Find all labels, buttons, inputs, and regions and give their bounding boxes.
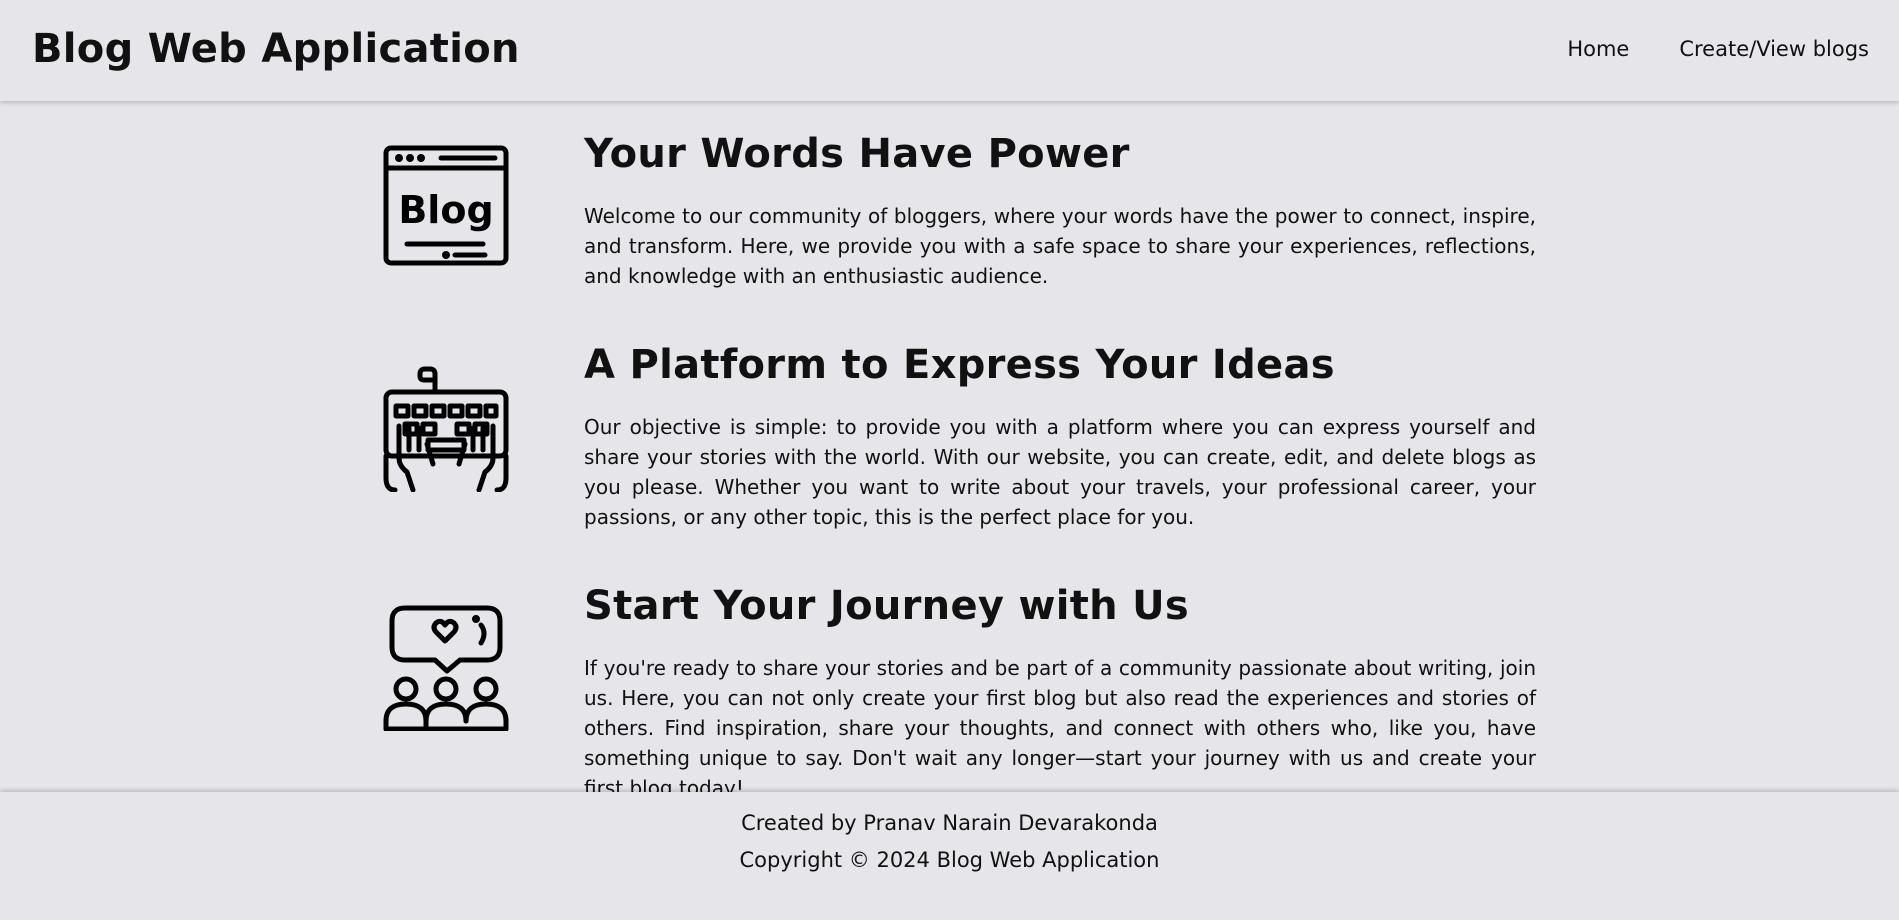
- section-body: Your Words Have Power Welcome to our com…: [584, 131, 1536, 291]
- section-title: Start Your Journey with Us: [584, 583, 1190, 629]
- brand-title[interactable]: Blog Web Application: [32, 26, 520, 72]
- nav-links: Home Create/View blogs: [1567, 37, 1869, 61]
- section-text: Our objective is simple: to provide you …: [584, 415, 1536, 529]
- svg-text:Blog: Blog: [398, 188, 493, 232]
- footer-copyright: Copyright © 2024 Blog Web Application: [739, 848, 1160, 872]
- nav-link-create-view-blogs[interactable]: Create/View blogs: [1679, 37, 1869, 61]
- footer: Created by Pranav Narain Devarakonda Cop…: [0, 792, 1899, 920]
- section-text: If you're ready to share your stories an…: [584, 656, 1536, 800]
- blog-browser-icon: Blog: [383, 145, 509, 271]
- section-body: Start Your Journey with Us If you're rea…: [584, 583, 1536, 803]
- navbar: Blog Web Application Home Create/View bl…: [0, 0, 1899, 101]
- section-title: A Platform to Express Your Ideas: [584, 342, 1335, 388]
- section-title: Your Words Have Power: [584, 131, 1130, 177]
- keyboard-typing-icon: [383, 366, 509, 492]
- nav-link-home[interactable]: Home: [1567, 37, 1629, 61]
- section-text: Welcome to our community of bloggers, wh…: [584, 204, 1536, 288]
- main-content: Blog Your Words Have Power Welcome to ou…: [0, 101, 1899, 800]
- footer-credit: Created by Pranav Narain Devarakonda: [741, 811, 1158, 835]
- community-chat-icon: [383, 605, 509, 731]
- section-body: A Platform to Express Your Ideas Our obj…: [584, 342, 1536, 532]
